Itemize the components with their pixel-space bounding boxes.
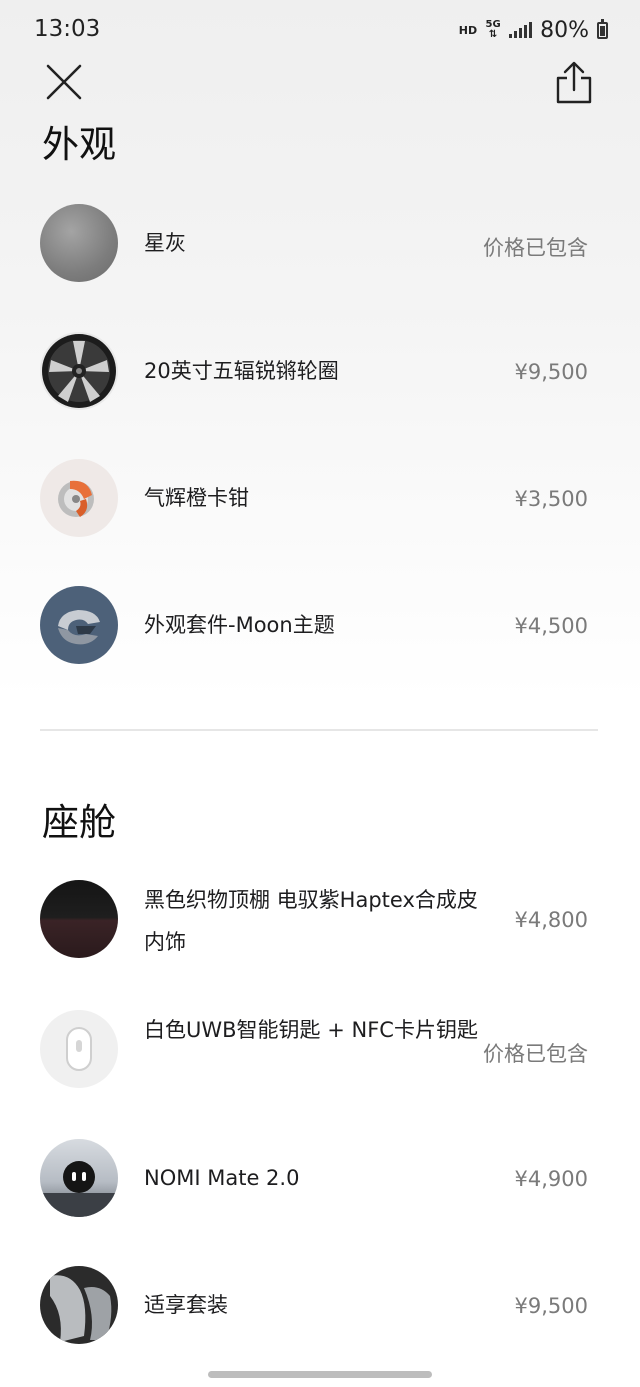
gray-paint-swatch-icon	[40, 204, 118, 282]
list-item-wheel[interactable]: 20英寸五辐锐锵轮圈 ¥9,500	[40, 331, 600, 411]
close-icon	[46, 64, 82, 100]
item-name: 星灰	[144, 231, 186, 255]
smart-key-icon	[40, 1010, 118, 1088]
network-label: 5G	[485, 19, 501, 30]
signal-icon	[509, 22, 533, 38]
wheel-rim-icon	[40, 332, 118, 410]
status-indicators: HD 5G ⇅ 80%	[459, 17, 608, 43]
item-name: 外观套件-Moon主题	[144, 613, 335, 637]
moon-theme-kit-icon	[40, 586, 118, 664]
orange-brake-caliper-icon	[40, 459, 118, 537]
section-title-cabin: 座舱	[42, 801, 116, 844]
comfort-seat-icon	[40, 1266, 118, 1344]
item-name: 适享套装	[144, 1293, 228, 1317]
section-divider	[40, 729, 598, 731]
nomi-mate-icon	[40, 1139, 118, 1217]
section-title-exterior: 外观	[42, 123, 116, 166]
status-bar: 13:03 HD 5G ⇅ 80%	[0, 0, 640, 60]
item-name: 白色UWB智能钥匙 + NFC卡片钥匙	[144, 1018, 478, 1042]
list-item-caliper[interactable]: 气辉橙卡钳 ¥3,500	[40, 458, 600, 538]
list-item-paint[interactable]: 星灰 价格已包含	[40, 203, 600, 283]
list-item-nomi-mate[interactable]: NOMI Mate 2.0 ¥4,900	[40, 1138, 600, 1218]
hd-indicator: HD	[458, 23, 478, 37]
item-price: ¥3,500	[514, 487, 588, 511]
item-price: ¥4,900	[514, 1167, 588, 1191]
item-price: ¥9,500	[514, 360, 588, 384]
item-name: NOMI Mate 2.0	[144, 1166, 300, 1190]
list-item-moon-kit[interactable]: 外观套件-Moon主题 ¥4,500	[40, 585, 600, 665]
network-5g-icon: 5G ⇅	[485, 19, 501, 40]
share-button[interactable]	[552, 60, 596, 106]
item-name: 20英寸五辐锐锵轮圈	[144, 359, 339, 383]
item-name: 黑色织物顶棚 电驭紫Haptex合成皮内饰	[144, 888, 478, 954]
list-item-smart-key[interactable]: 白色UWB智能钥匙 + NFC卡片钥匙 价格已包含	[40, 1009, 600, 1089]
share-icon	[556, 61, 592, 104]
item-price: ¥9,500	[514, 1294, 588, 1318]
item-price: ¥4,800	[514, 908, 588, 932]
list-item-comfort-pack[interactable]: 适享套装 ¥9,500	[40, 1265, 600, 1345]
status-time: 13:03	[34, 16, 101, 42]
interior-swatch-icon	[40, 880, 118, 958]
battery-percent: 80%	[540, 17, 589, 43]
list-item-interior[interactable]: 黑色织物顶棚 电驭紫Haptex合成皮内饰 ¥4,800	[40, 879, 600, 959]
item-price: ¥4,500	[514, 614, 588, 638]
battery-icon	[597, 18, 608, 39]
home-indicator[interactable]	[208, 1371, 432, 1378]
close-button[interactable]	[44, 62, 84, 102]
item-name: 气辉橙卡钳	[144, 486, 249, 510]
item-price: 价格已包含	[483, 1042, 588, 1066]
item-price: 价格已包含	[483, 236, 588, 260]
